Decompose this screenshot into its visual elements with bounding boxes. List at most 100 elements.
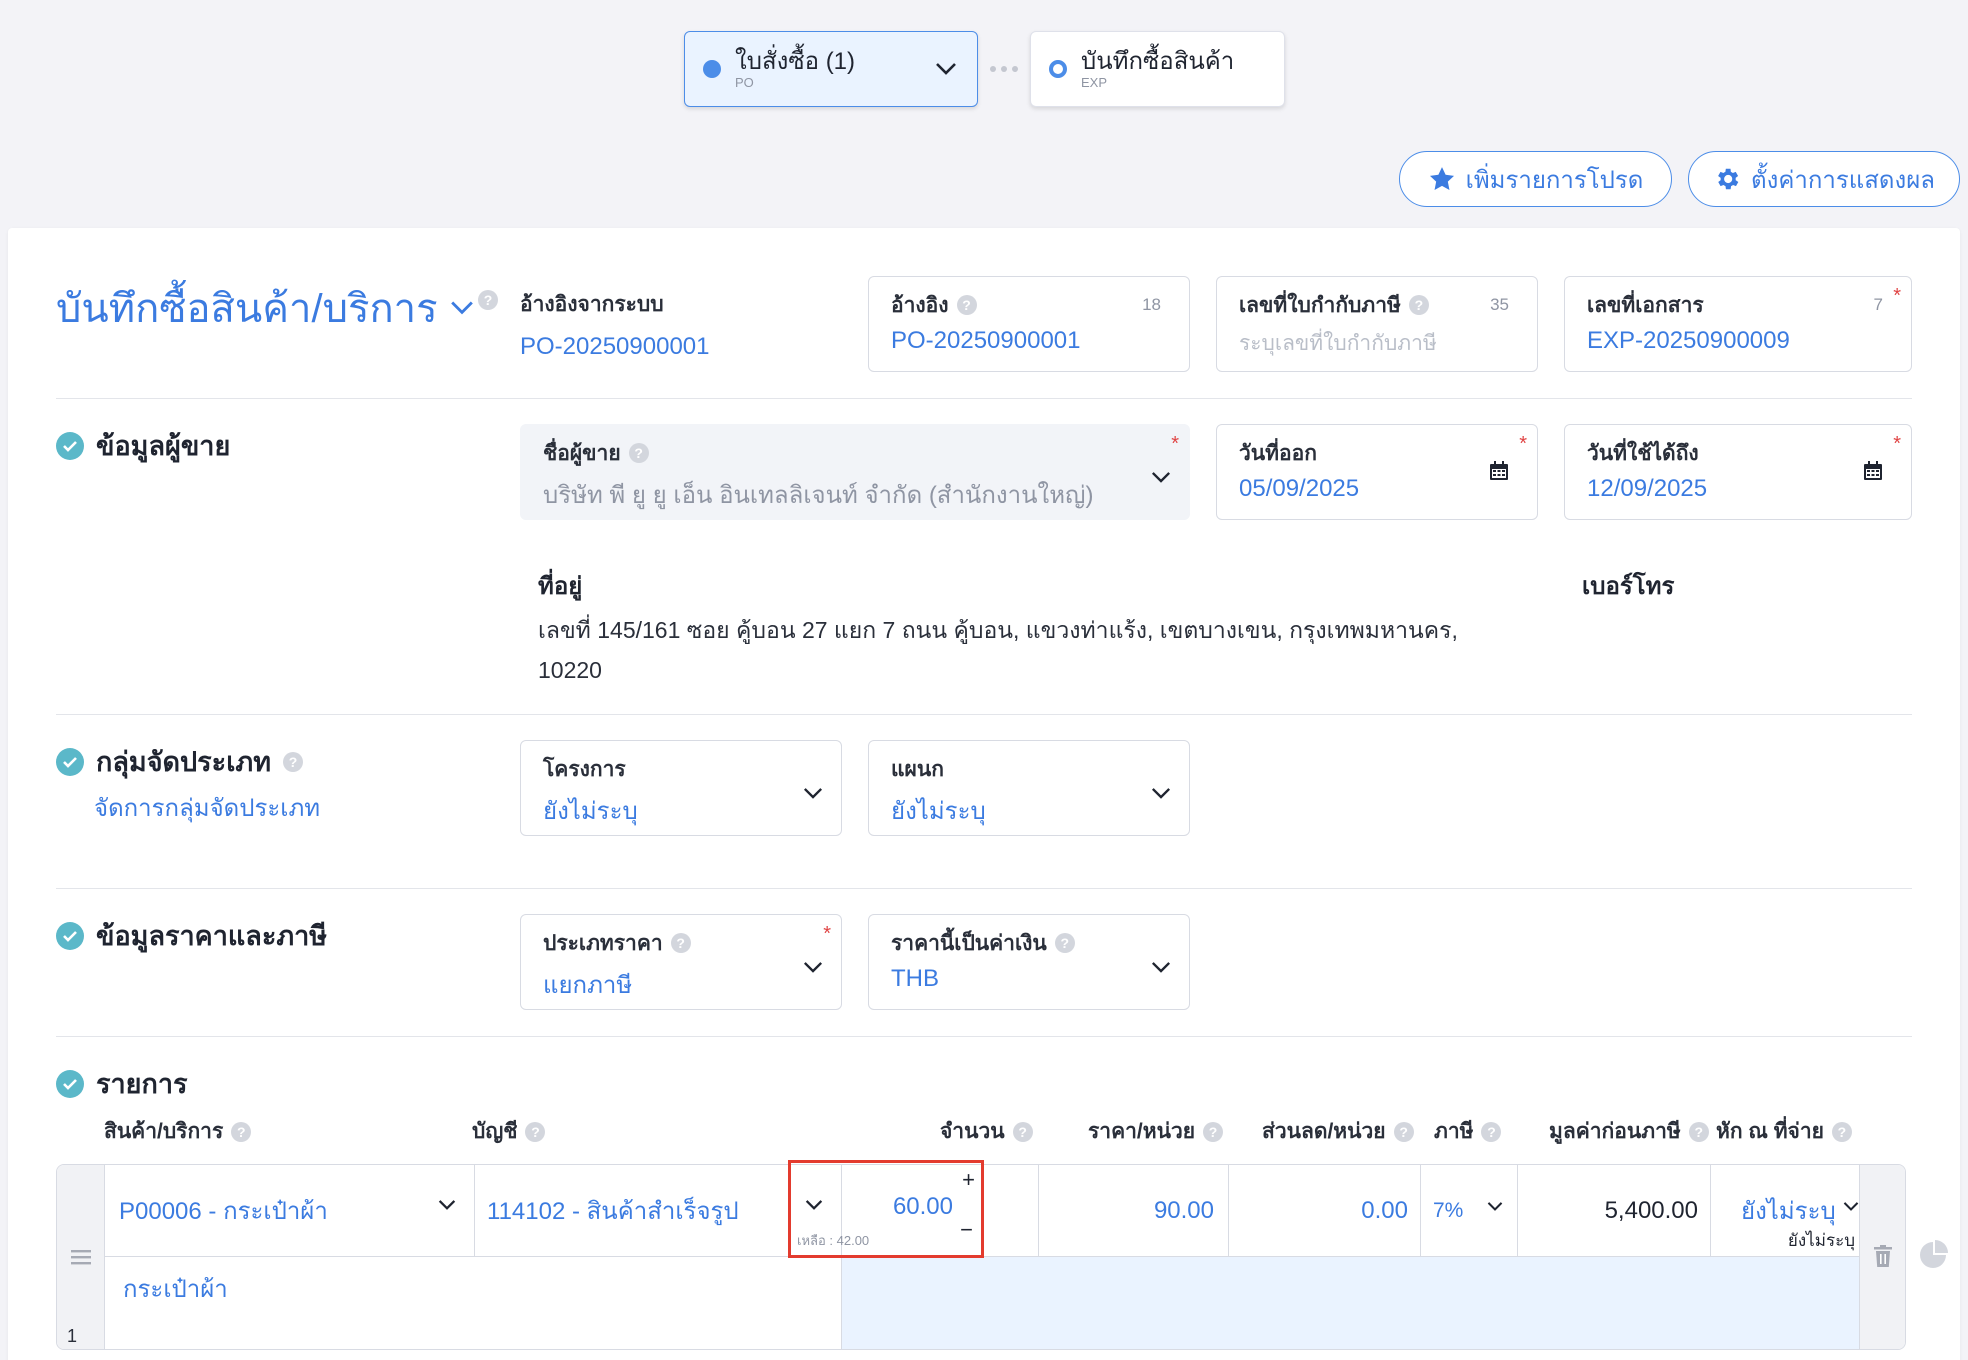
project-label: โครงการ	[543, 757, 626, 781]
pie-chart-icon[interactable]	[1918, 1240, 1948, 1270]
tax-invoice-char-counter: 35	[1490, 295, 1509, 314]
help-icon[interactable]: ?	[1481, 1121, 1502, 1142]
unit-price-value: 90.00	[1153, 1196, 1214, 1224]
issue-date-field[interactable]: วันที่ออก 05/09/2025 *	[1216, 424, 1538, 520]
page-title-text: บันทึกซื้อสินค้า/บริการ	[56, 287, 438, 331]
items-section-title: รายการ	[56, 1062, 188, 1105]
flow-separator	[978, 66, 1030, 72]
help-icon[interactable]: ?	[1393, 1121, 1414, 1142]
help-icon[interactable]: ?	[1688, 1121, 1709, 1142]
chevron-down-icon	[438, 1200, 456, 1210]
help-icon[interactable]: ?	[525, 1121, 546, 1142]
chevron-down-icon	[1151, 788, 1171, 799]
chevron-down-icon	[803, 962, 823, 973]
calendar-icon[interactable]	[1863, 461, 1883, 481]
discount-value: 0.00	[1361, 1196, 1408, 1224]
tax-invoice-field[interactable]: เลขที่ใบกำกับภาษี? ระบุเลขที่ใบกำกับภาษี…	[1216, 276, 1538, 372]
page-title[interactable]: บันทึกซื้อสินค้า/บริการ	[56, 276, 474, 340]
calendar-icon[interactable]	[1489, 461, 1509, 481]
required-marker: *	[1519, 433, 1527, 455]
help-icon[interactable]: ?	[1408, 295, 1429, 315]
row-detail-area	[842, 1257, 1861, 1349]
document-number-field[interactable]: เลขที่เอกสาร EXP-20250900009 7 *	[1564, 276, 1912, 372]
help-icon[interactable]: ?	[231, 1121, 252, 1142]
column-header-tax-label: ภาษี	[1434, 1120, 1474, 1143]
account-select[interactable]: 114102 - สินค้าสำเร็จรูป	[475, 1165, 842, 1257]
flow-step-exp[interactable]: บันทึกซื้อสินค้า EXP	[1030, 31, 1285, 107]
currency-value: THB	[891, 965, 939, 992]
column-header-product-label: สินค้า/บริการ	[104, 1120, 224, 1143]
document-number-label: เลขที่เอกสาร	[1587, 293, 1704, 317]
tax-invoice-label: เลขที่ใบกำกับภาษี	[1239, 293, 1401, 317]
help-icon[interactable]: ?	[1203, 1121, 1224, 1142]
chevron-down-icon[interactable]	[933, 56, 959, 82]
system-reference: อ้างอิงจากระบบ PO-20250900001	[520, 288, 710, 361]
display-settings-button[interactable]: ตั้งค่าการแสดงผล	[1688, 151, 1960, 207]
column-header-account-label: บัญชี	[472, 1120, 518, 1143]
reference-field[interactable]: อ้างอิง? PO-20250900001 18	[868, 276, 1190, 372]
valid-until-input[interactable]: 12/09/2025	[1587, 475, 1889, 503]
address-label: ที่อยู่	[538, 573, 583, 600]
chevron-down-icon	[450, 301, 473, 315]
add-favorite-button[interactable]: เพิ่มรายการโปรด	[1399, 151, 1672, 207]
column-header-qty: จำนวน?	[940, 1115, 1033, 1148]
vendor-name-label: ชื่อผู้ขาย	[543, 441, 621, 465]
flow-step-po-code: PO	[735, 75, 754, 90]
trash-icon[interactable]	[1874, 1245, 1892, 1267]
help-icon[interactable]: ?	[956, 295, 977, 315]
pricing-section-title: ข้อมูลราคาและภาษี	[56, 914, 327, 957]
inactive-step-dot-icon	[1049, 60, 1067, 78]
pricing-section-label: ข้อมูลราคาและภาษี	[96, 921, 328, 951]
help-icon[interactable]: ?	[628, 443, 649, 463]
manage-classification-link[interactable]: จัดการกลุ่มจัดประเภท	[94, 788, 320, 827]
vendor-name-value: บริษัท พี ยู ยู เอ็น อินเทลลิเจนท์ จำกัด…	[543, 482, 1094, 509]
wht-select[interactable]: ยังไม่ระบุ ยังไม่ระบุ	[1711, 1165, 1861, 1257]
decrement-button[interactable]: −	[960, 1219, 973, 1241]
project-select[interactable]: โครงการ ยังไม่ระบุ	[520, 740, 842, 836]
flow-step-po[interactable]: ใบสั่งซื้อ (1) PO	[684, 31, 978, 107]
price-type-value: แยกภาษี	[543, 972, 633, 999]
help-icon[interactable]: ?	[670, 933, 691, 953]
column-header-wht-label: หัก ณ ที่จ่าย	[1716, 1120, 1824, 1143]
wht-value: ยังไม่ระบุ	[1741, 1198, 1836, 1225]
vendor-name-select[interactable]: ชื่อผู้ขาย? บริษัท พี ยู ยู เอ็น อินเทลล…	[520, 424, 1190, 520]
increment-button[interactable]: +	[962, 1169, 975, 1191]
issue-date-input[interactable]: 05/09/2025	[1239, 475, 1515, 503]
quantity-stepper[interactable]: + 60.00 − เหลือ : 42.00	[788, 1160, 984, 1258]
column-header-unit-price: ราคา/หน่วย?	[1088, 1115, 1224, 1148]
row-drag-handle[interactable]: 1	[57, 1165, 105, 1349]
active-step-dot-icon	[703, 60, 721, 78]
column-header-wht: หัก ณ ที่จ่าย?	[1716, 1115, 1852, 1148]
column-header-unit-price-label: ราคา/หน่วย	[1088, 1120, 1196, 1143]
help-icon[interactable]: ?	[1012, 1121, 1033, 1142]
tax-invoice-input[interactable]: ระบุเลขที่ใบกำกับภาษี	[1239, 327, 1515, 360]
column-header-pre-tax-label: มูลค่าก่อนภาษี	[1549, 1120, 1681, 1143]
document-number-input[interactable]: EXP-20250900009	[1587, 327, 1889, 355]
help-icon[interactable]: ?	[283, 751, 304, 772]
description-input[interactable]: กระเป๋าผ้า	[105, 1257, 842, 1349]
help-icon[interactable]: ?	[1054, 933, 1075, 953]
row-actions	[1859, 1165, 1905, 1349]
valid-until-field[interactable]: วันที่ใช้ได้ถึง 12/09/2025 *	[1564, 424, 1912, 520]
tax-select[interactable]: 7%	[1421, 1165, 1518, 1257]
help-icon[interactable]: ?	[1831, 1121, 1852, 1142]
required-marker: *	[1171, 433, 1179, 455]
unit-price-input[interactable]: 90.00	[1039, 1165, 1229, 1257]
add-favorite-label: เพิ่มรายการโปรด	[1465, 166, 1644, 194]
column-header-account: บัญชี?	[472, 1115, 546, 1148]
column-header-tax: ภาษี?	[1434, 1115, 1502, 1148]
star-icon	[1429, 167, 1454, 190]
discount-input[interactable]: 0.00	[1229, 1165, 1421, 1257]
product-select[interactable]: P00006 - กระเป๋าผ้า	[105, 1165, 475, 1257]
chevron-down-icon	[1151, 962, 1171, 973]
price-type-select[interactable]: ประเภทราคา? แยกภาษี *	[520, 914, 842, 1010]
flow-step-exp-code: EXP	[1081, 75, 1108, 90]
system-reference-link[interactable]: PO-20250900001	[520, 333, 710, 361]
help-icon[interactable]: ?	[478, 290, 498, 310]
reference-input[interactable]: PO-20250900001	[891, 327, 1167, 355]
divider	[56, 714, 1912, 715]
currency-select[interactable]: ราคานี้เป็นค่าเงิน? THB	[868, 914, 1190, 1010]
chevron-down-icon	[1843, 1202, 1859, 1211]
department-select[interactable]: แผนก ยังไม่ระบุ	[868, 740, 1190, 836]
chevron-down-icon	[803, 788, 823, 799]
